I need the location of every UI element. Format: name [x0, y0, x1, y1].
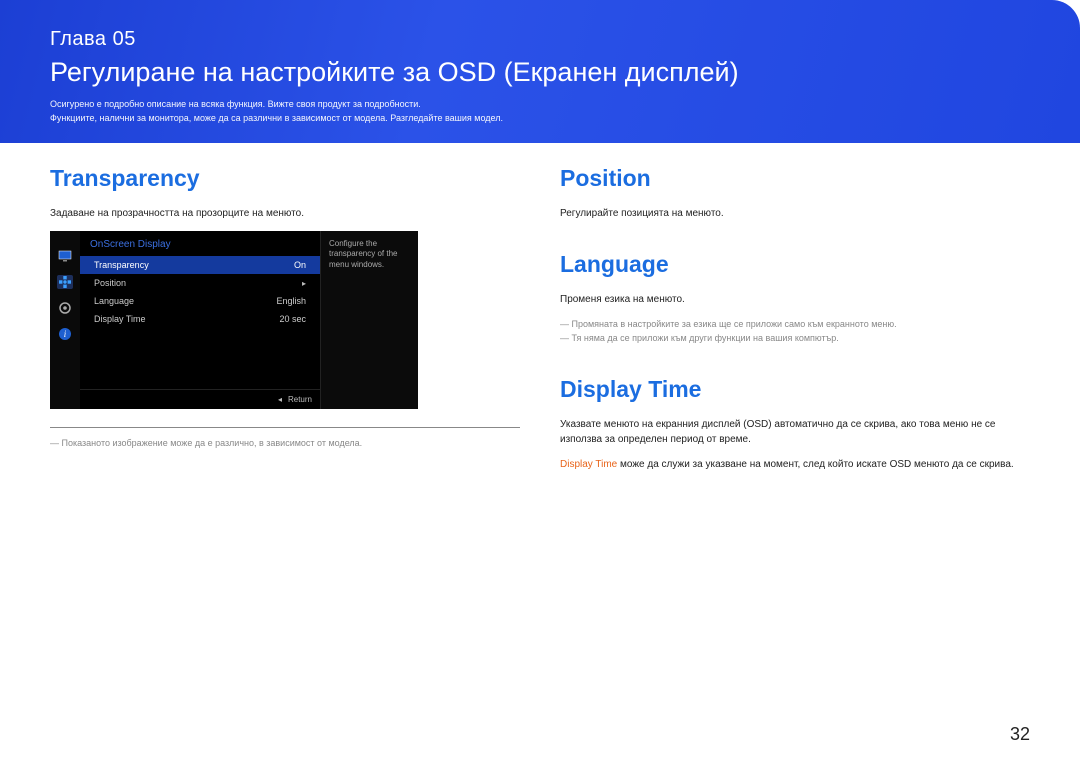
displaytime-text-2: Display Time може да служи за указване н…: [560, 457, 1030, 472]
position-heading: Position: [560, 165, 1030, 192]
transparency-heading: Transparency: [50, 165, 520, 192]
osd-return-label: Return: [288, 395, 312, 404]
language-heading: Language: [560, 251, 1030, 278]
osd-row-value: English: [276, 296, 306, 306]
chapter-label: Глава 05: [50, 28, 1030, 51]
osd-row-label: Display Time: [94, 314, 146, 324]
header-note-1: Осигурено е подробно описание на всяка ф…: [50, 98, 1030, 112]
osd-footer: ◂ Return: [80, 389, 320, 409]
language-note-2: Тя няма да се приложи към други функции …: [560, 331, 1030, 345]
displaytime-heading: Display Time: [560, 376, 1030, 403]
osd-row-value: 20 sec: [279, 314, 306, 324]
osd-sidebar: i: [50, 231, 80, 409]
divider-line: [50, 427, 520, 428]
osd-row-label: Transparency: [94, 260, 149, 270]
chevron-right-icon: ▸: [302, 279, 306, 288]
monitor-icon: [57, 249, 73, 263]
osd-panel-title: OnScreen Display: [80, 231, 320, 256]
displaytime-tail: може да служи за указване на момент, сле…: [617, 459, 1013, 470]
content-area: Transparency Задаване на прозрачността н…: [0, 143, 1080, 482]
header-note-2: Функциите, налични за монитора, може да …: [50, 112, 1030, 126]
chevron-left-icon: ◂: [278, 395, 282, 404]
osd-main-panel: OnScreen Display Transparency On Positio…: [80, 231, 320, 409]
osd-row-position: Position ▸: [80, 274, 320, 292]
chapter-header: Глава 05 Регулиране на настройките за OS…: [0, 0, 1080, 143]
osd-screenshot: i OnScreen Display Transparency On Posit…: [50, 231, 418, 409]
page-number: 32: [1010, 724, 1030, 745]
osd-row-list: Transparency On Position ▸ Language Engl…: [80, 256, 320, 328]
osd-caption: Показаното изображение може да е различн…: [50, 436, 520, 450]
osd-row-displaytime: Display Time 20 sec: [80, 310, 320, 328]
left-column: Transparency Задаване на прозрачността н…: [50, 165, 520, 482]
osd-row-label: Language: [94, 296, 134, 306]
gear-icon: [57, 301, 73, 315]
language-text: Променя езика на менюто.: [560, 292, 1030, 307]
osd-info-panel: Configure the transparency of the menu w…: [320, 231, 418, 409]
position-text: Регулирайте позицията на менюто.: [560, 206, 1030, 221]
displaytime-highlight: Display Time: [560, 459, 617, 470]
osd-row-label: Position: [94, 278, 126, 288]
language-note-1: Промяната в настройките за езика ще се п…: [560, 317, 1030, 331]
osd-row-language: Language English: [80, 292, 320, 310]
osd-row-transparency: Transparency On: [80, 256, 320, 274]
osd-row-value: On: [294, 260, 306, 270]
right-column: Position Регулирайте позицията на менюто…: [560, 165, 1030, 482]
info-icon: i: [57, 327, 73, 341]
displaytime-text: Указвате менюто на екранния дисплей (OSD…: [560, 417, 1030, 447]
dpad-icon: [57, 275, 73, 289]
page-title: Регулиране на настройките за OSD (Екране…: [50, 57, 1030, 88]
transparency-text: Задаване на прозрачността на прозорците …: [50, 206, 520, 221]
